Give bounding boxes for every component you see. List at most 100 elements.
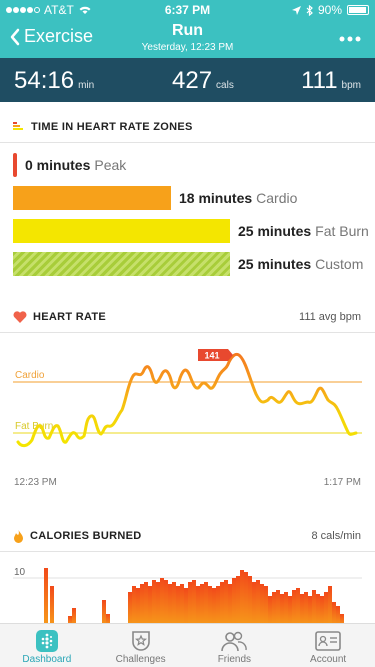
bluetooth-icon [306,4,313,16]
tab-friends[interactable]: Friends [188,624,282,667]
calorie-bar [196,586,200,626]
heart-rate-title: HEART RATE [33,311,107,323]
more-options-button[interactable] [339,26,361,47]
tab-challenges-label: Challenges [115,654,166,665]
calorie-bar [224,580,228,626]
calorie-bar [168,584,172,626]
calorie-bar [140,584,144,626]
calorie-bar [232,578,236,626]
zone-cardio-row: 18 minutes Cardio [13,186,297,210]
calorie-bar [252,582,256,626]
status-bar: AT&T 6:37 PM 90% [0,0,375,20]
tab-dashboard[interactable]: Dashboard [0,624,94,667]
calorie-bar [256,580,260,626]
exercise-stats: 54:16 min 427 cals 111 bpm [0,58,375,102]
zone-peak-text: 0 minutes Peak [25,157,126,173]
calorie-bar [136,588,140,626]
calorie-bar [292,590,296,626]
battery-percent: 90% [317,3,342,17]
calories-rate: 8 cals/min [311,530,361,542]
calorie-bar [236,576,240,626]
bpm-unit: bpm [341,80,361,91]
calorie-bar [172,582,176,626]
calorie-bar [176,586,180,626]
calorie-bar [240,570,244,626]
calories-axis-top: 10 [14,567,26,578]
more-icon [339,36,361,42]
calories-chart: 10 [0,556,375,626]
duration-unit: min [78,80,95,91]
zone-cardio-text: 18 minutes Cardio [179,190,297,206]
status-right: 90% [291,3,369,17]
zone-custom-bar [13,252,230,276]
calories-divider [0,551,375,552]
calories-svg: 10 [13,567,362,626]
zone-cardio-bar [13,186,171,210]
calorie-bar [216,586,220,626]
zone-peak-name: Peak [94,157,127,173]
calorie-bar [204,582,208,626]
heart-rate-svg: Cardio Fat Burn 141 [13,349,362,448]
peak-marker: 141 [198,349,233,361]
dashboard-icon [35,630,58,652]
calorie-bar [128,592,132,626]
calorie-bar [160,578,164,626]
heart-rate-end-time: 1:17 PM [323,477,361,488]
bpm-stat: 111 bpm [301,67,361,95]
tab-account[interactable]: Account [281,624,375,667]
tab-dashboard-label: Dashboard [22,654,72,665]
calorie-bar [260,584,264,626]
calorie-bar [180,584,184,626]
calories-unit: cals [216,80,234,91]
calorie-bar [164,580,168,626]
zone-cardio-minutes: 18 minutes [179,190,253,206]
friends-icon [221,631,248,652]
tab-friends-label: Friends [217,654,252,665]
heart-icon [13,311,27,323]
zone-fatburn-row: 25 minutes Fat Burn [13,219,369,243]
zone-custom-minutes: 25 minutes [238,256,312,272]
calorie-bar [144,582,148,626]
calorie-bar [50,586,54,626]
calorie-bar [328,586,332,626]
zone-peak-row: 0 minutes Peak [13,153,126,177]
heart-rate-line [16,352,358,448]
zones-header: TIME IN HEART RATE ZONES [0,115,375,139]
calorie-bar [228,584,232,626]
zone-custom-text: 25 minutes Custom [238,256,363,272]
calorie-bar [208,586,212,626]
nav-title: Run Yesterday, 12:23 PM [0,22,375,53]
zones-icon [13,122,23,130]
calories-value: 427 [172,67,213,94]
zone-fatburn-bar [13,219,230,243]
calorie-bar [320,596,324,626]
heart-rate-avg: 111 avg bpm [299,311,361,323]
page-title: Run [171,22,204,39]
calorie-bar [132,586,136,626]
calorie-bar [220,582,224,626]
heart-rate-divider [0,332,375,333]
calorie-bar [280,594,284,626]
app-header: AT&T 6:37 PM 90% Exercise Run Yesterday,… [0,0,375,58]
tab-challenges[interactable]: Challenges [94,624,188,667]
calorie-bar [284,592,288,626]
tab-account-label: Account [310,654,347,665]
duration-stat: 54:16 min [14,67,94,95]
flame-icon [14,529,23,543]
calorie-bar [276,590,280,626]
calorie-bar [44,568,48,626]
calorie-bar [288,596,292,626]
calories-title: CALORIES BURNED [30,530,142,542]
duration-value: 54:16 [14,67,75,94]
heart-rate-chart: Cardio Fat Burn 141 [0,340,375,480]
calorie-bar [248,576,252,626]
zones-title: TIME IN HEART RATE ZONES [31,121,193,133]
heart-rate-start-time: 12:23 PM [14,477,57,488]
cardio-line-label: Cardio [15,370,45,381]
calorie-bar [212,588,216,626]
account-icon [315,631,341,651]
calorie-bar [324,592,328,626]
calorie-bar [188,582,192,626]
zone-custom-row: 25 minutes Custom [13,252,363,276]
calorie-bar [184,588,188,626]
